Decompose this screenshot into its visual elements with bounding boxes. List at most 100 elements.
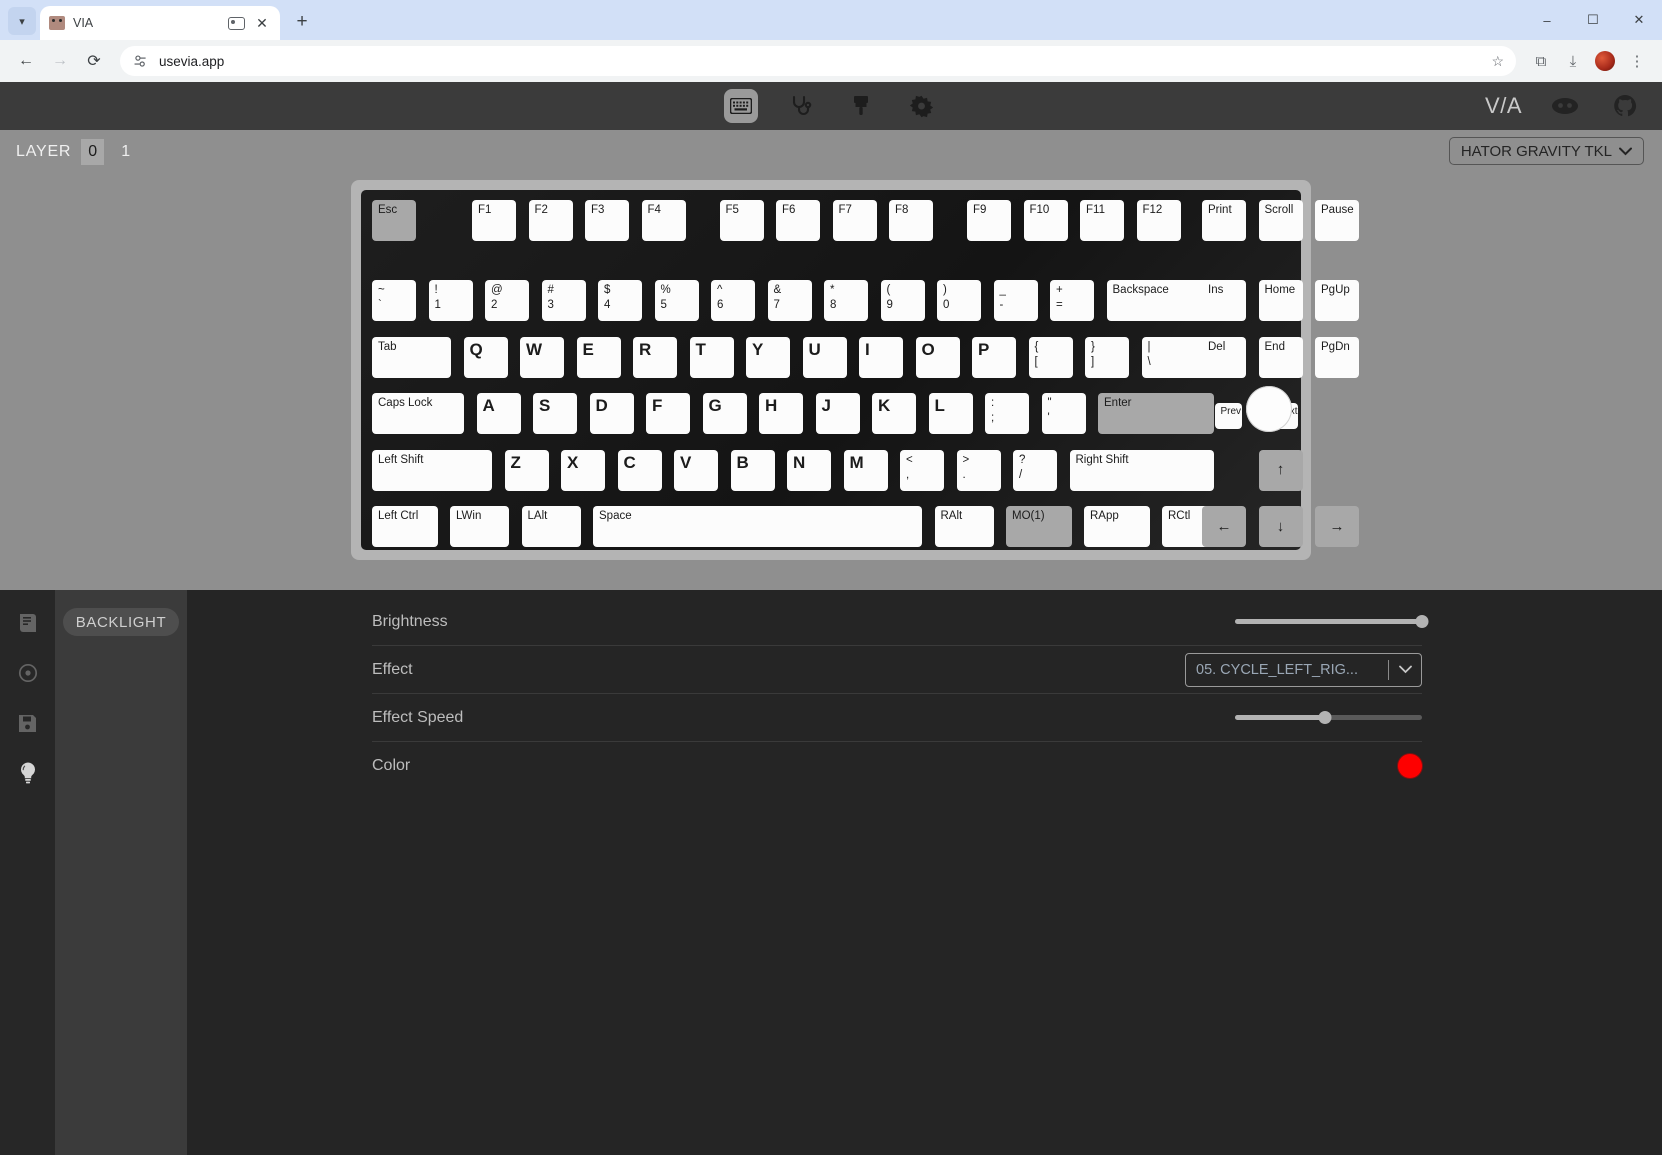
key-lalt[interactable]: LAlt: [520, 506, 582, 552]
chrome-menu-icon[interactable]: ⋮: [1622, 46, 1652, 76]
key-u[interactable]: U: [801, 336, 848, 383]
paintbrush-icon[interactable]: [844, 89, 878, 123]
key-7[interactable]: & 7: [766, 280, 813, 326]
chevron-down-icon[interactable]: [1389, 665, 1421, 674]
key-0[interactable]: ) 0: [936, 280, 982, 326]
site-settings-icon[interactable]: [132, 53, 149, 70]
key--[interactable]: <,: [899, 449, 945, 496]
layer-button-0[interactable]: 0: [81, 139, 105, 165]
new-tab-button[interactable]: +: [288, 8, 316, 36]
key-b[interactable]: B: [729, 449, 776, 496]
key-z[interactable]: Z: [503, 449, 550, 496]
key-del[interactable]: Del: [1201, 336, 1247, 383]
key--[interactable]: :;: [984, 393, 1030, 439]
maximize-icon[interactable]: ☐: [1570, 0, 1616, 40]
key-f9[interactable]: F9: [966, 200, 1012, 246]
key-space[interactable]: Space: [592, 506, 923, 552]
key-o[interactable]: O: [914, 336, 961, 383]
reload-icon[interactable]: ⟳: [78, 45, 110, 77]
key-lwin[interactable]: LWin: [449, 506, 510, 552]
key-f10[interactable]: F10: [1022, 200, 1069, 246]
key-f6[interactable]: F6: [775, 200, 821, 246]
key-f5[interactable]: F5: [718, 200, 765, 246]
window-close-icon[interactable]: ✕: [1616, 0, 1662, 40]
key-h[interactable]: H: [758, 393, 804, 439]
key-f1[interactable]: F1: [471, 200, 517, 246]
key-f8[interactable]: F8: [888, 200, 934, 246]
key--[interactable]: >.: [955, 449, 1002, 496]
key-p[interactable]: P: [971, 336, 1017, 383]
key--[interactable]: ←: [1201, 506, 1247, 552]
key-d[interactable]: D: [588, 393, 635, 439]
key-r[interactable]: R: [632, 336, 678, 383]
lightbulb-icon[interactable]: [13, 758, 43, 788]
bookmark-star-icon[interactable]: ☆: [1491, 53, 1504, 70]
key-enter[interactable]: Enter: [1097, 393, 1215, 439]
key-n[interactable]: N: [786, 449, 832, 496]
keyboard-icon[interactable]: [724, 89, 758, 123]
key-t[interactable]: T: [688, 336, 735, 383]
key-left-shift[interactable]: Left Shift: [371, 449, 493, 496]
tab-search-chevron-icon[interactable]: ▾: [8, 7, 36, 35]
key-home[interactable]: Home: [1257, 280, 1304, 326]
key-backspace[interactable]: Backspace: [1105, 280, 1215, 326]
key-prev[interactable]: Prev: [1213, 402, 1243, 434]
downloads-icon[interactable]: ⤓: [1558, 46, 1588, 76]
key--[interactable]: ↓: [1257, 506, 1304, 552]
encoder-knob[interactable]: [1246, 386, 1292, 432]
select-effect[interactable]: 05. CYCLE_LEFT_RIG...: [1185, 652, 1422, 687]
key-ins[interactable]: Ins: [1201, 280, 1247, 326]
key-f12[interactable]: F12: [1135, 200, 1182, 246]
key--[interactable]: ↑: [1257, 449, 1304, 496]
key-9[interactable]: (9: [879, 280, 926, 326]
extensions-icon[interactable]: ⧉: [1526, 46, 1556, 76]
key-i[interactable]: I: [858, 336, 904, 383]
discord-icon[interactable]: [1548, 89, 1582, 123]
key-print[interactable]: Print: [1201, 200, 1247, 246]
key-x[interactable]: X: [560, 449, 606, 496]
key--[interactable]: ? /: [1012, 449, 1058, 496]
slider-thumb[interactable]: [1318, 711, 1332, 724]
key-mo-1-[interactable]: MO(1): [1005, 506, 1073, 552]
slider-effect-speed[interactable]: [1235, 708, 1422, 728]
save-floppy-icon[interactable]: [13, 708, 43, 738]
key-s[interactable]: S: [532, 393, 578, 439]
slider-thumb[interactable]: [1415, 615, 1429, 628]
forward-icon[interactable]: →: [44, 45, 76, 77]
key--[interactable]: ~ `: [371, 280, 417, 326]
key-a[interactable]: A: [475, 393, 522, 439]
picture-in-picture-icon[interactable]: [228, 16, 245, 30]
key-f7[interactable]: F7: [831, 200, 878, 246]
key-q[interactable]: Q: [462, 336, 509, 383]
key-scroll[interactable]: Scroll: [1257, 200, 1304, 246]
key-f4[interactable]: F4: [640, 200, 687, 246]
key-f[interactable]: F: [645, 393, 691, 439]
key--[interactable]: " ': [1040, 393, 1087, 439]
key-l[interactable]: L: [927, 393, 974, 439]
key-3[interactable]: #3: [540, 280, 587, 326]
key-e[interactable]: E: [575, 336, 622, 383]
key-2[interactable]: @2: [484, 280, 530, 326]
key-5[interactable]: % 5: [653, 280, 700, 326]
key-6[interactable]: ^ 6: [710, 280, 756, 326]
github-icon[interactable]: [1608, 89, 1642, 123]
profile-avatar[interactable]: [1590, 46, 1620, 76]
keyboard-select-dropdown[interactable]: HATOR GRAVITY TKL: [1448, 137, 1644, 165]
key-caps-lock[interactable]: Caps Lock: [371, 393, 465, 439]
key--[interactable]: _ -: [992, 280, 1039, 326]
key--[interactable]: }]: [1084, 336, 1130, 383]
key-right-shift[interactable]: Right Shift: [1068, 449, 1215, 496]
key-w[interactable]: W: [519, 336, 565, 383]
key-end[interactable]: End: [1257, 336, 1304, 383]
key-pause[interactable]: Pause: [1314, 200, 1360, 246]
key-rapp[interactable]: RApp: [1083, 506, 1151, 552]
keymap-book-icon[interactable]: [13, 608, 43, 638]
key-1[interactable]: ! 1: [427, 280, 474, 326]
key-v[interactable]: V: [673, 449, 719, 496]
key--[interactable]: {[: [1027, 336, 1074, 383]
back-icon[interactable]: ←: [10, 45, 42, 77]
key-esc[interactable]: Esc: [371, 200, 417, 246]
layer-button-1[interactable]: 1: [114, 139, 137, 165]
slider-brightness[interactable]: [1235, 612, 1429, 632]
key-m[interactable]: M: [842, 449, 889, 496]
